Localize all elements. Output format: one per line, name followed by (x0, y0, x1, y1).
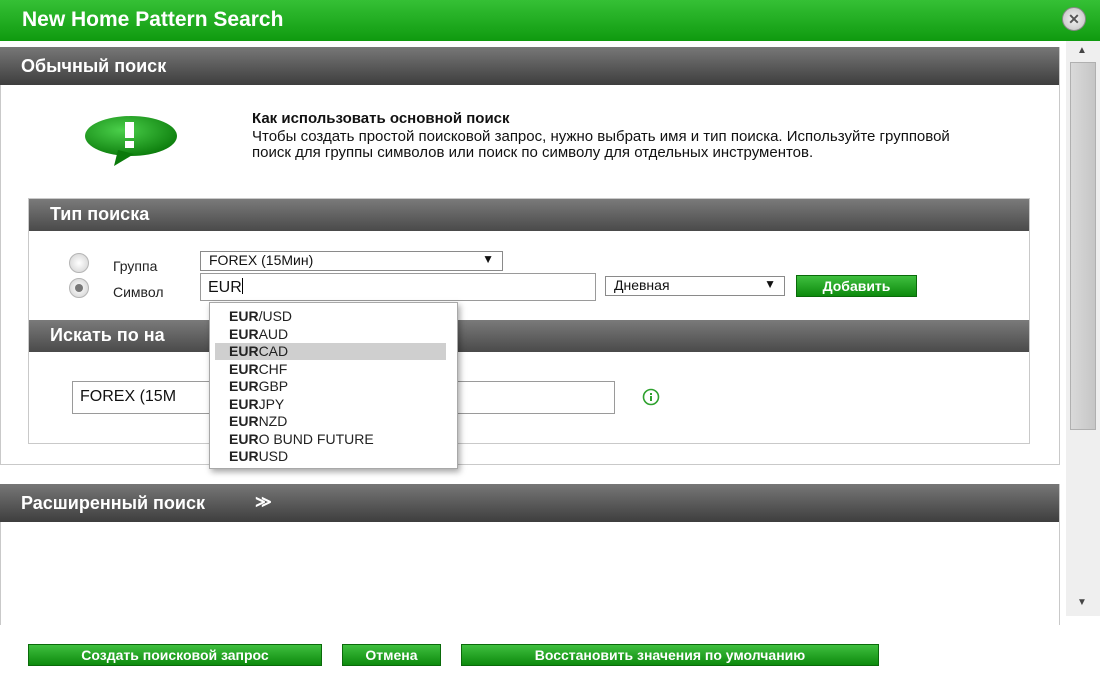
info-icon[interactable] (640, 388, 662, 406)
autocomplete-rest: CHF (258, 360, 288, 377)
close-icon[interactable]: ✕ (1062, 7, 1086, 31)
group-radio[interactable] (69, 253, 89, 273)
autocomplete-item[interactable]: EURGBP (215, 378, 446, 395)
autocomplete-rest: O BUND FUTURE (258, 430, 374, 447)
scroll-up-icon[interactable]: ▲ (1077, 45, 1087, 56)
autocomplete-item[interactable]: EURNZD (215, 413, 446, 430)
autocomplete-item[interactable]: EURUSD (215, 448, 446, 465)
group-select-value: FOREX (15Мин) (209, 252, 314, 268)
help-text: Чтобы создать простой поисковой запрос, … (252, 128, 950, 161)
text-caret (241, 278, 243, 294)
symbol-input[interactable]: EUR (200, 273, 596, 301)
window-title: New Home Pattern Search (22, 8, 284, 31)
advanced-search-title: Расширенный поиск (21, 493, 205, 513)
basic-search-header[interactable]: Обычный поиск (0, 47, 1059, 85)
autocomplete-match: EUR (229, 325, 259, 342)
basic-search-title: Обычный поиск (21, 56, 167, 76)
window-titlebar: New Home Pattern Search ✕ (0, 0, 1100, 41)
autocomplete-match: EUR (229, 360, 259, 377)
group-label: Группа (113, 258, 158, 274)
add-button[interactable]: Добавить (796, 275, 917, 297)
speech-bubble-exclamation-icon (85, 116, 177, 166)
symbol-label: Символ (113, 284, 164, 300)
help-title: Как использовать основной поиск (252, 110, 510, 127)
autocomplete-item[interactable]: EURO BUND FUTURE (215, 431, 446, 448)
search-type-header: Тип поиска (29, 199, 1029, 231)
scroll-down-icon[interactable]: ▼ (1077, 597, 1087, 608)
symbol-autocomplete-list: EUR/USD EURAUD EURCAD EURCHF EURGBP EURJPY EUR… (209, 302, 458, 469)
search-by-name-value: FOREX (15M (80, 388, 177, 405)
autocomplete-item[interactable]: EURCHF (215, 361, 446, 378)
autocomplete-item[interactable]: EURAUD (215, 326, 446, 343)
autocomplete-rest: GBP (258, 378, 289, 394)
timeframe-select[interactable]: Дневная ▼ (605, 276, 785, 296)
advanced-search-header[interactable]: Расширенный поиск (0, 484, 1059, 522)
cancel-button[interactable]: Отмена (342, 644, 441, 666)
search-by-name-title: Искать по на (50, 325, 165, 345)
search-by-name-header: Искать по на (29, 320, 1029, 352)
autocomplete-item[interactable]: EURCAD (215, 343, 446, 360)
timeframe-select-value: Дневная (614, 277, 670, 293)
symbol-radio[interactable] (69, 278, 89, 298)
autocomplete-match: EUR (229, 413, 259, 429)
autocomplete-rest: CAD (258, 343, 289, 359)
search-type-title: Тип поиска (50, 204, 150, 224)
autocomplete-rest: NZD (258, 413, 288, 429)
dropdown-arrow-icon: ▼ (764, 277, 776, 291)
symbol-input-value: EUR (208, 279, 242, 296)
autocomplete-rest: USD (258, 448, 289, 464)
dropdown-arrow-icon: ▼ (482, 252, 494, 266)
autocomplete-match: EUR (229, 395, 259, 412)
autocomplete-match: EUR (229, 308, 259, 324)
autocomplete-rest: AUD (258, 325, 289, 342)
create-search-button[interactable]: Создать поисковой запрос (28, 644, 322, 666)
autocomplete-match: EUR (229, 448, 259, 464)
autocomplete-match: EUR (229, 343, 259, 359)
restore-defaults-button[interactable]: Восстановить значения по умолчанию (461, 644, 879, 666)
autocomplete-item[interactable]: EUR/USD (215, 308, 446, 325)
autocomplete-item[interactable]: EURJPY (215, 396, 446, 413)
autocomplete-rest: JPY (258, 395, 285, 412)
scrollbar-thumb[interactable] (1070, 62, 1096, 430)
autocomplete-rest: /USD (258, 308, 293, 324)
autocomplete-match: EUR (229, 378, 259, 394)
vertical-scrollbar[interactable]: ▲ ▼ (1066, 41, 1100, 616)
double-chevron-down-icon[interactable]: ≫ (255, 492, 272, 512)
autocomplete-match: EUR (229, 430, 259, 447)
group-select[interactable]: FOREX (15Мин) ▼ (200, 251, 503, 271)
